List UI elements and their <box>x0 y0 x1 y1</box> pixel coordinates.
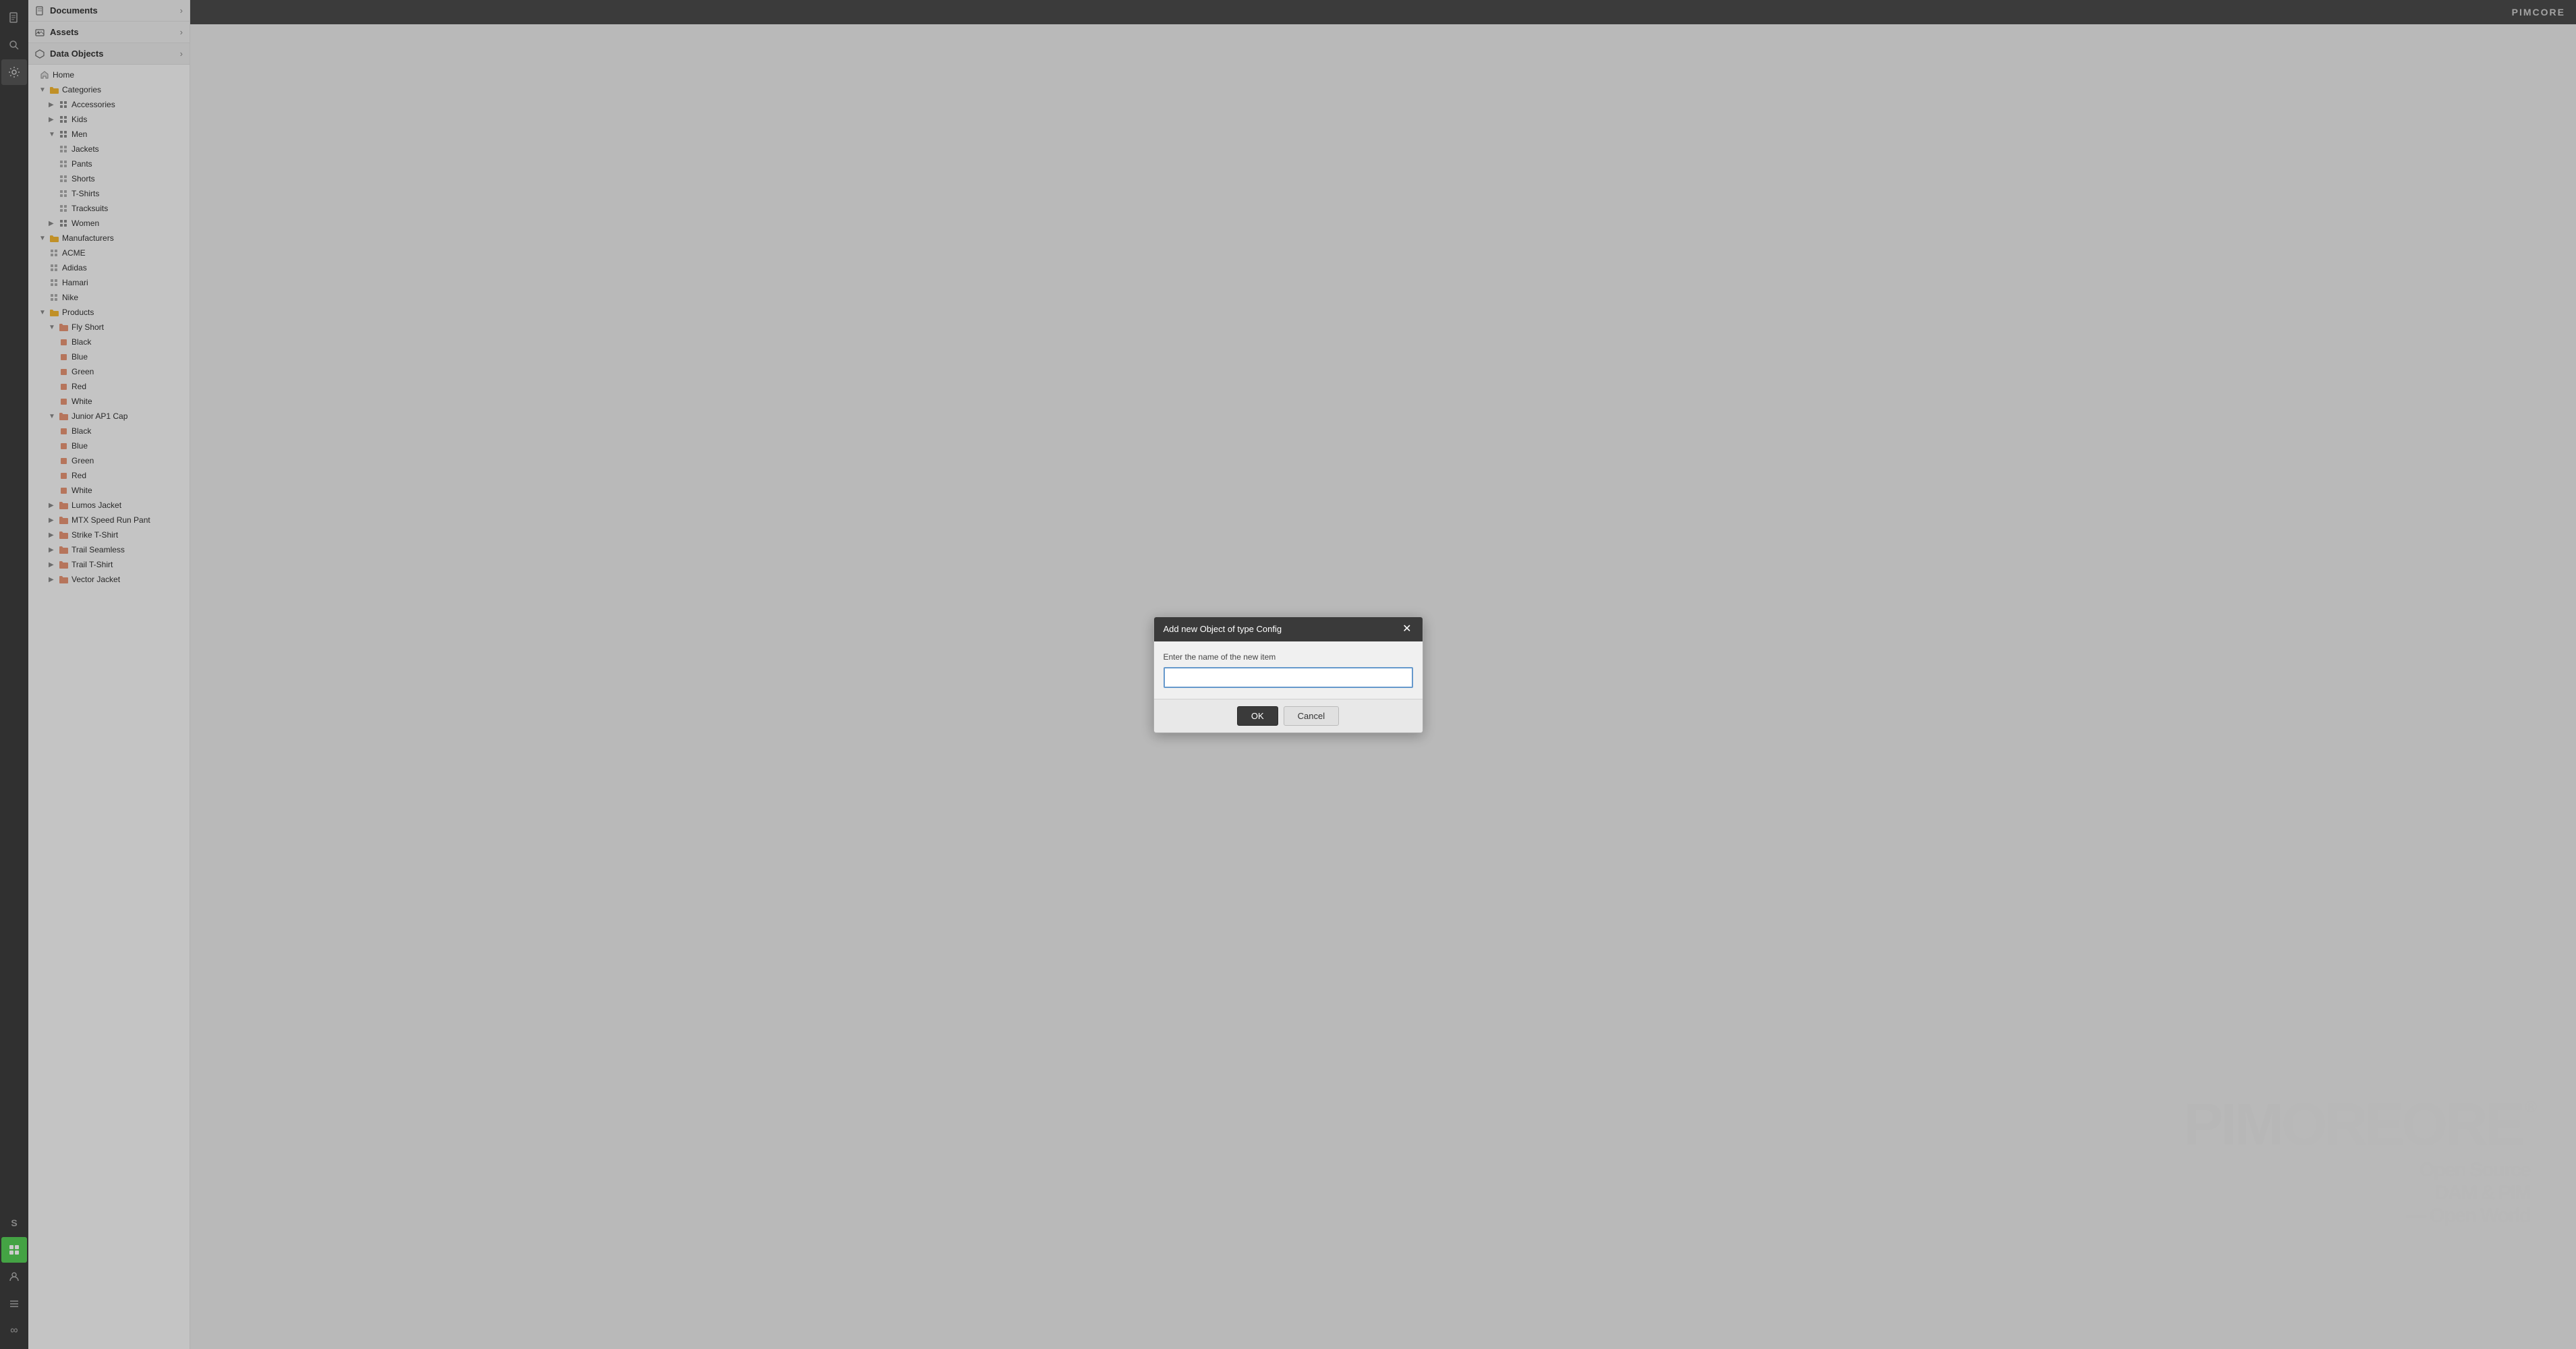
modal-overlay: Add new Object of type Config ✕ Enter th… <box>190 0 2576 1349</box>
modal-header: Add new Object of type Config ✕ <box>1154 617 1423 641</box>
modal-add-object: Add new Object of type Config ✕ Enter th… <box>1153 616 1423 733</box>
modal-name-input[interactable] <box>1164 667 1413 688</box>
main-content: PIMCORE PIM ORE O R E ® Open Source DAM … <box>190 0 2576 1349</box>
modal-cancel-button[interactable]: Cancel <box>1284 706 1339 726</box>
modal-close-button[interactable]: ✕ <box>1401 624 1412 635</box>
modal-body: Enter the name of the new item <box>1154 641 1423 699</box>
modal-footer: OK Cancel <box>1154 699 1423 733</box>
modal-input-label: Enter the name of the new item <box>1164 652 1413 662</box>
modal-ok-button[interactable]: OK <box>1237 706 1278 726</box>
modal-title: Add new Object of type Config <box>1164 624 1282 634</box>
